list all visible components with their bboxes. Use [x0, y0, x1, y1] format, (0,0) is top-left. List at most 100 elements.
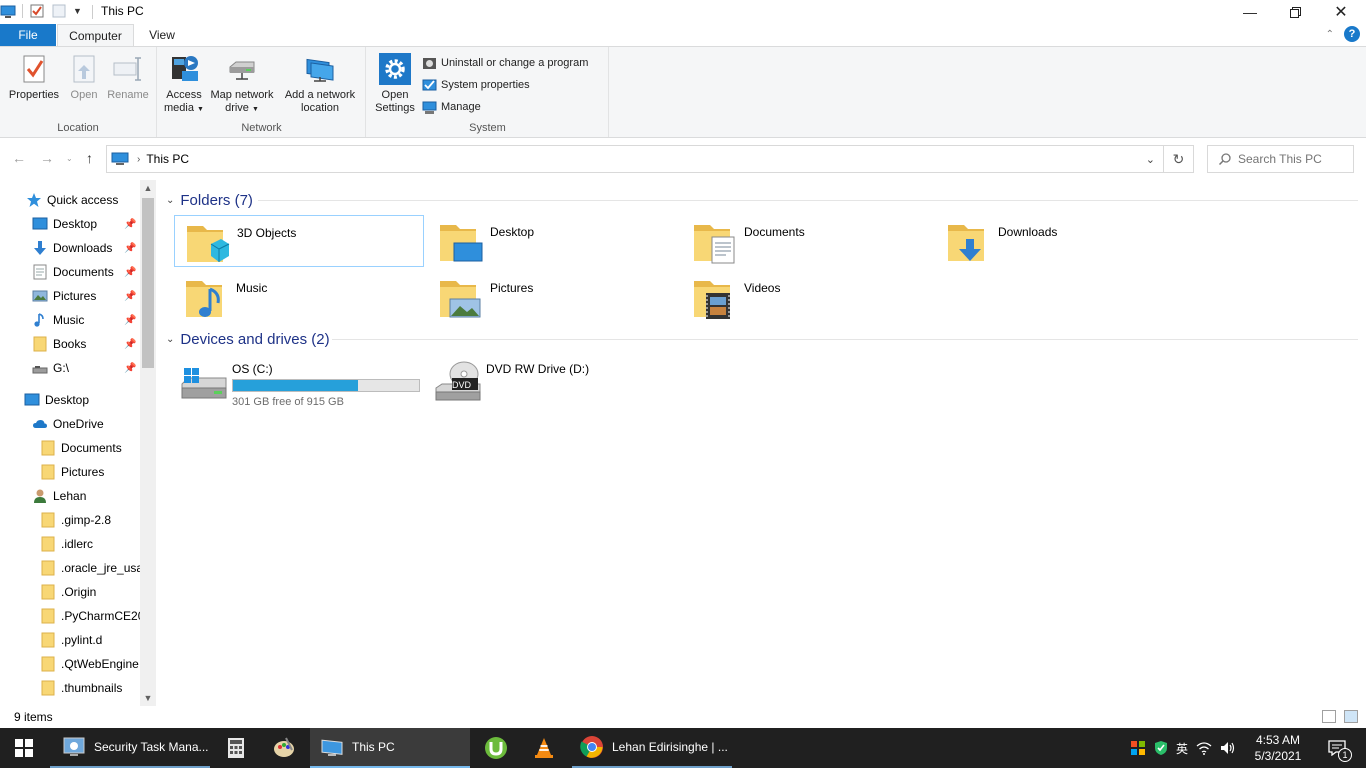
pin-icon[interactable]: 📌	[124, 315, 136, 326]
open-settings-button[interactable]: Open Settings	[371, 51, 419, 115]
sidebar-item-quick-access[interactable]: Quick access	[26, 189, 118, 211]
app-tray-icon[interactable]	[1130, 740, 1146, 756]
taskbar-item-calculator[interactable]	[214, 728, 258, 768]
folder-pictures[interactable]: Pictures	[428, 271, 678, 323]
vlc-cone-icon	[535, 738, 553, 758]
forward-arrow-icon[interactable]: →	[40, 150, 54, 166]
address-bar[interactable]: › This PC ⌄	[106, 145, 1164, 173]
details-view-icon[interactable]	[1322, 710, 1336, 723]
folder-videos[interactable]: Videos	[682, 271, 932, 323]
folder-desktop[interactable]: Desktop	[428, 215, 678, 267]
collapse-ribbon-icon[interactable]: ⌃	[1326, 29, 1334, 40]
manage-button[interactable]: Manage	[422, 98, 481, 116]
folder-documents[interactable]: Documents	[682, 215, 932, 267]
sidebar-item-user-folder[interactable]: .thumbnails	[40, 677, 122, 699]
folder-downloads[interactable]: Downloads	[936, 215, 1186, 267]
this-pc-icon[interactable]	[0, 3, 16, 19]
taskbar-item-chrome[interactable]: Lehan Edirisinghe | ...	[572, 728, 732, 768]
taskbar-item-file-explorer[interactable]: This PC	[310, 728, 470, 768]
sidebar-item-user-folder[interactable]: .idlerc	[40, 533, 93, 555]
tab-view[interactable]: View	[140, 24, 184, 46]
security-shield-icon[interactable]	[1154, 740, 1168, 756]
sidebar-scrollbar[interactable]: ▲ ▼	[140, 180, 156, 706]
uninstall-program-button[interactable]: Uninstall or change a program	[422, 54, 588, 72]
sidebar-item-user-folder[interactable]: .oracle_jre_usag	[40, 557, 150, 579]
help-icon[interactable]: ?	[1344, 26, 1360, 42]
folders-group-header[interactable]: ⌄ Folders (7)	[166, 189, 253, 211]
tab-file[interactable]: File	[0, 24, 56, 46]
sidebar-item-desktop[interactable]: Desktop	[32, 213, 97, 235]
taskbar-item-utorrent[interactable]	[474, 728, 518, 768]
pin-icon[interactable]: 📌	[124, 291, 136, 302]
access-media-button[interactable]: Access media ▼	[162, 51, 206, 116]
wifi-icon[interactable]	[1196, 741, 1212, 755]
sidebar-item-downloads[interactable]: Downloads	[32, 237, 112, 259]
pin-icon[interactable]: 📌	[124, 219, 136, 230]
pin-icon[interactable]: 📌	[124, 267, 136, 278]
folder-3d-objects[interactable]: 3D Objects	[174, 215, 424, 267]
scroll-down-icon[interactable]: ▼	[140, 690, 156, 706]
taskbar-item-vlc[interactable]	[522, 728, 566, 768]
sidebar-item-user-folder[interactable]: .gimp-2.8	[40, 509, 111, 531]
taskbar-item-security-task-manager[interactable]: Security Task Mana...	[50, 728, 210, 768]
documents-icon	[33, 264, 47, 280]
open-button[interactable]: Open	[64, 51, 104, 102]
scrollbar-thumb[interactable]	[142, 198, 154, 368]
rename-button[interactable]: Rename	[104, 51, 152, 102]
refresh-button[interactable]: ↻	[1164, 145, 1194, 173]
search-box[interactable]	[1207, 145, 1354, 173]
properties-icon[interactable]	[29, 3, 45, 19]
large-icons-view-icon[interactable]	[1344, 710, 1358, 723]
close-button[interactable]: ✕	[1318, 0, 1364, 24]
properties-button[interactable]: Properties	[6, 51, 62, 102]
sidebar-item-pictures[interactable]: Pictures	[32, 285, 96, 307]
add-location-label-line2: location	[301, 102, 339, 114]
sidebar-item-user-folder[interactable]: .Origin	[40, 581, 96, 603]
volume-icon[interactable]	[1220, 741, 1236, 755]
tab-computer[interactable]: Computer	[57, 24, 134, 46]
back-arrow-icon[interactable]: ←	[12, 150, 26, 166]
breadcrumb-this-pc[interactable]: This PC	[146, 152, 189, 166]
pin-icon[interactable]: 📌	[124, 363, 136, 374]
restore-button[interactable]	[1272, 0, 1318, 24]
map-network-drive-button[interactable]: Map network drive ▼	[206, 51, 278, 116]
sidebar-item-user-folder[interactable]: .pylint.d	[40, 629, 102, 651]
sidebar-item-user-folder[interactable]: .QtWebEngine	[40, 653, 139, 675]
action-center-button[interactable]: 1	[1322, 728, 1352, 768]
add-network-location-button[interactable]: Add a network location	[280, 51, 360, 115]
taskbar-item-paint[interactable]	[262, 728, 306, 768]
pin-icon[interactable]: 📌	[124, 243, 136, 254]
sidebar-item-onedrive-pictures[interactable]: Pictures	[40, 461, 104, 483]
devices-group-header[interactable]: ⌄ Devices and drives (2)	[166, 328, 330, 350]
minimize-button[interactable]: —	[1227, 0, 1273, 24]
qat-customize-dropdown-icon[interactable]: ▼	[73, 6, 82, 16]
sidebar-item-g-drive[interactable]: G:\	[32, 357, 69, 379]
sidebar-item-desktop-root[interactable]: Desktop	[24, 389, 89, 411]
address-history-dropdown-icon[interactable]: ⌄	[1146, 153, 1155, 166]
input-language-indicator[interactable]: 英	[1176, 740, 1188, 757]
scroll-up-icon[interactable]: ▲	[140, 180, 156, 196]
sidebar-item-user-folder[interactable]: .PyCharmCE20	[40, 605, 144, 627]
folder-music[interactable]: Music	[174, 271, 424, 323]
new-folder-icon[interactable]	[51, 3, 67, 19]
up-arrow-icon[interactable]: ↑	[86, 150, 93, 166]
navigation-row: ← → ⌄ ↑ › This PC ⌄ ↻	[0, 144, 1366, 174]
pin-icon[interactable]: 📌	[124, 339, 136, 350]
sidebar-item-music[interactable]: Music	[32, 309, 84, 331]
search-input[interactable]	[1238, 152, 1348, 166]
sidebar-item-books[interactable]: Books	[32, 333, 86, 355]
sidebar-item-documents[interactable]: Documents	[32, 261, 114, 283]
drive-dvd-d[interactable]: DVD DVD RW Drive (D:)	[430, 356, 680, 408]
start-button[interactable]	[0, 728, 48, 768]
breadcrumb-separator-icon[interactable]: ›	[137, 154, 140, 165]
item-count: 9 items	[14, 710, 53, 724]
sidebar-item-user[interactable]: Lehan	[32, 485, 86, 507]
taskbar-clock[interactable]: 4:53 AM 5/3/2021	[1252, 732, 1304, 764]
system-properties-button[interactable]: System properties	[422, 76, 530, 94]
sidebar-item-onedrive[interactable]: OneDrive	[32, 413, 104, 435]
sidebar-item-onedrive-documents[interactable]: Documents	[40, 437, 122, 459]
windows-drive-icon	[181, 368, 227, 399]
recent-locations-dropdown-icon[interactable]: ⌄	[66, 154, 73, 163]
drive-os-c[interactable]: OS (C:) 301 GB free of 915 GB	[176, 356, 426, 408]
refresh-icon: ↻	[1172, 150, 1185, 167]
